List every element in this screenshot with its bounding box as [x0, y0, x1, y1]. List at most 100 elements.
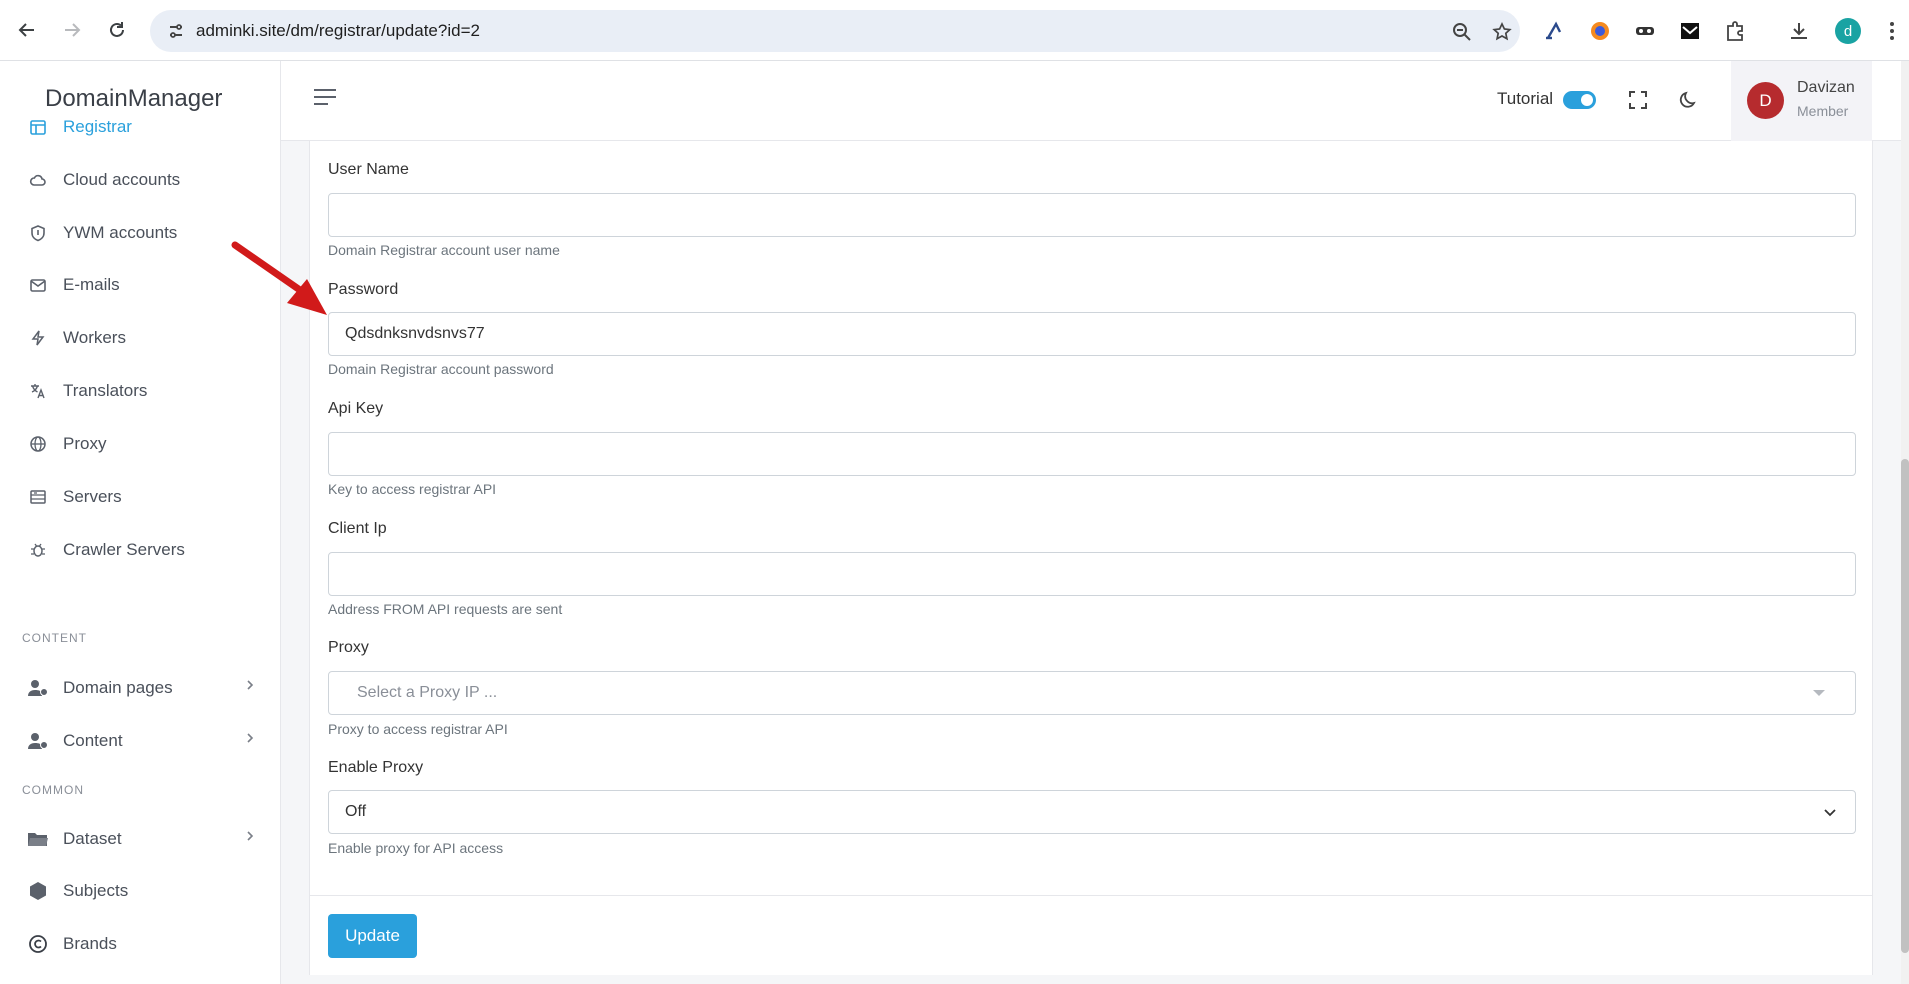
menu-toggle-icon[interactable]: [314, 89, 338, 109]
calendar-icon: [27, 116, 49, 138]
lightning-icon: [27, 327, 49, 349]
tutorial-label: Tutorial: [1497, 89, 1554, 108]
client-ip-input[interactable]: [328, 552, 1856, 596]
copyright-icon: [27, 933, 49, 955]
sidebar-item-workers[interactable]: Workers: [0, 316, 281, 360]
dark-mode-moon-icon[interactable]: [1676, 87, 1702, 113]
extension-firefox-icon[interactable]: [1585, 16, 1615, 46]
chevron-right-icon: [245, 731, 255, 747]
chevron-right-icon: [245, 678, 255, 694]
sidebar-item-label: Translators: [63, 381, 148, 400]
sidebar-item-label: E-mails: [63, 275, 120, 294]
caret-down-icon: [1813, 690, 1825, 696]
extension-mask-icon[interactable]: [1630, 16, 1660, 46]
download-icon[interactable]: [1784, 16, 1814, 46]
enable-proxy-value: Off: [345, 803, 367, 820]
chevron-down-icon: [1821, 803, 1839, 821]
cloud-icon: [27, 169, 49, 191]
extension-envelope-icon[interactable]: [1675, 16, 1705, 46]
bug-icon: [27, 539, 49, 561]
card-divider: [310, 895, 1872, 896]
sidebar-item-registrar[interactable]: Registrar: [0, 105, 281, 149]
user-name: Davizan: [1797, 79, 1855, 96]
fullscreen-icon[interactable]: [1625, 87, 1651, 113]
extension-pen-icon[interactable]: [1540, 16, 1570, 46]
avatar: D: [1747, 82, 1784, 119]
proxy-select[interactable]: Select a Proxy IP ...: [328, 671, 1856, 715]
sidebar-item-label: Crawler Servers: [63, 540, 185, 559]
hexagon-icon: [27, 880, 49, 902]
shield-icon: [27, 222, 49, 244]
site-settings-icon[interactable]: [166, 21, 186, 41]
zoom-icon[interactable]: [1450, 20, 1474, 44]
proxy-placeholder: Select a Proxy IP ...: [357, 684, 498, 701]
tutorial-toggle[interactable]: [1563, 91, 1596, 109]
url-text: adminki.site/dm/registrar/update?id=2: [196, 21, 480, 40]
client-ip-label: Client Ip: [328, 520, 387, 537]
users-icon: [27, 730, 49, 752]
top-header: Tutorial D Davizan Member: [281, 61, 1909, 141]
page-scrollbar[interactable]: [1901, 61, 1909, 984]
sidebar-item-dataset[interactable]: Dataset: [0, 817, 281, 861]
folder-icon: [27, 828, 49, 850]
sidebar-item-proxy[interactable]: Proxy: [0, 422, 281, 466]
server-icon: [27, 486, 49, 508]
sidebar-item-cloud-accounts[interactable]: Cloud accounts: [0, 158, 281, 202]
extensions-puzzle-icon[interactable]: [1720, 16, 1750, 46]
sidebar-item-brands[interactable]: Brands: [0, 922, 281, 966]
enable-proxy-label: Enable Proxy: [328, 759, 424, 776]
update-button[interactable]: Update: [328, 914, 417, 958]
proxy-help: Proxy to access registrar API: [328, 721, 508, 737]
browser-toolbar: adminki.site/dm/registrar/update?id=2 d: [0, 0, 1909, 61]
sidebar-item-label: Registrar: [63, 117, 132, 136]
api-key-label: Api Key: [328, 400, 384, 417]
section-title-common: COMMON: [22, 783, 84, 797]
browser-menu-icon[interactable]: [1877, 16, 1907, 46]
profile-initial: d: [1835, 18, 1861, 44]
scrollbar-thumb[interactable]: [1901, 459, 1909, 953]
profile-avatar[interactable]: d: [1833, 16, 1863, 46]
sidebar: DomainManager Registrar Cloud accounts Y…: [0, 61, 281, 984]
user-role: Member: [1797, 103, 1849, 119]
sidebar-item-label: Content: [63, 731, 123, 750]
client-ip-help: Address FROM API requests are sent: [328, 601, 563, 617]
sidebar-item-label: Cloud accounts: [63, 170, 181, 189]
registrar-form-card: User Name Domain Registrar account user …: [309, 141, 1873, 975]
password-help: Domain Registrar account password: [328, 361, 554, 377]
bookmark-star-icon[interactable]: [1490, 20, 1514, 44]
annotation-arrow-icon: [231, 241, 327, 315]
sidebar-item-translators[interactable]: Translators: [0, 369, 281, 413]
user-menu[interactable]: D Davizan Member: [1731, 61, 1872, 141]
address-bar[interactable]: adminki.site/dm/registrar/update?id=2: [150, 10, 1520, 52]
translate-icon: [27, 380, 49, 402]
sidebar-item-servers[interactable]: Servers: [0, 475, 281, 519]
back-icon[interactable]: [9, 12, 45, 48]
sidebar-item-label: Domain pages: [63, 678, 173, 697]
section-title-content: CONTENT: [22, 631, 87, 645]
sidebar-item-content[interactable]: Content: [0, 719, 281, 763]
username-help: Domain Registrar account user name: [328, 242, 560, 258]
sidebar-item-label: Workers: [63, 328, 126, 347]
api-key-help: Key to access registrar API: [328, 481, 497, 497]
sidebar-item-label: Dataset: [63, 829, 122, 848]
username-input[interactable]: [328, 193, 1856, 237]
sidebar-item-crawler-servers[interactable]: Crawler Servers: [0, 528, 281, 572]
sidebar-item-domain-pages[interactable]: Domain pages: [0, 666, 281, 710]
proxy-label: Proxy: [328, 639, 369, 656]
mail-icon: [27, 274, 49, 296]
password-input[interactable]: [328, 312, 1856, 356]
password-label: Password: [328, 281, 399, 298]
username-label: User Name: [328, 161, 409, 178]
sidebar-item-label: Servers: [63, 487, 122, 506]
reload-icon[interactable]: [99, 12, 135, 48]
sidebar-item-subjects[interactable]: Subjects: [0, 869, 281, 913]
enable-proxy-select[interactable]: Off: [328, 790, 1856, 834]
sidebar-item-label: Subjects: [63, 881, 129, 900]
api-key-input[interactable]: [328, 432, 1856, 476]
forward-icon[interactable]: [54, 12, 90, 48]
sidebar-item-label: Brands: [63, 934, 117, 953]
sidebar-item-label: YWM accounts: [63, 223, 178, 242]
sidebar-item-label: Proxy: [63, 434, 107, 453]
chevron-right-icon: [245, 829, 255, 845]
globe-icon: [27, 433, 49, 455]
